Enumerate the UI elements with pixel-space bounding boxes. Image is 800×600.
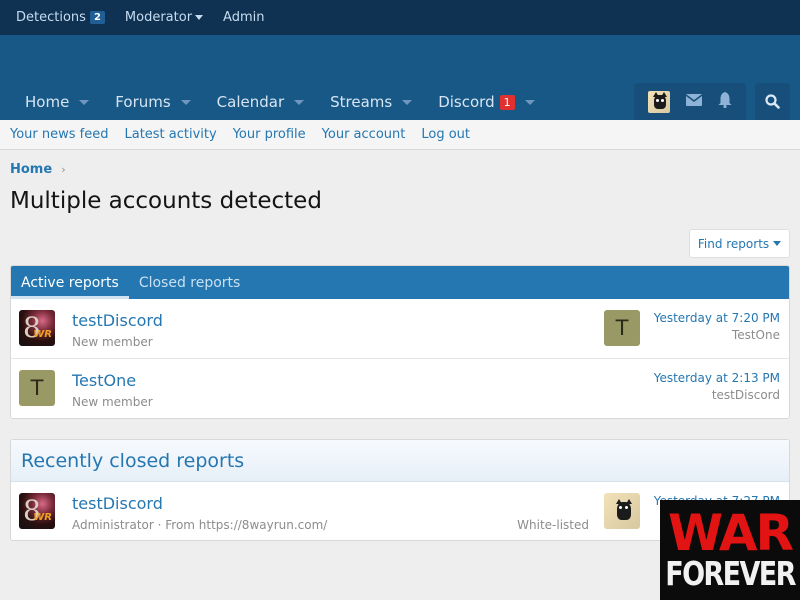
nav-calendar-label: Calendar (216, 93, 285, 111)
recently-closed-header: Recently closed reports (11, 440, 789, 482)
report-row[interactable]: T TestOne New member 8WR Yesterday at 2:… (11, 359, 789, 418)
avatar-8wr-label: WR (33, 512, 52, 523)
war-forever-overlay: WAR FOREVER (660, 500, 800, 600)
alerts-button[interactable] (718, 91, 732, 112)
nav-discord[interactable]: Discord 1 (427, 93, 535, 111)
chevron-down-icon[interactable] (294, 99, 305, 105)
report-by-user: testDiscord (711, 388, 780, 402)
detections-count-badge: 2 (89, 11, 105, 24)
tab-active-reports[interactable]: Active reports (11, 266, 129, 299)
bell-icon (718, 91, 732, 108)
caret-down-icon (195, 15, 204, 20)
moderator-label: Moderator (124, 10, 193, 25)
sub-nav: Your news feed Latest activity Your prof… (0, 120, 800, 150)
nav-discord-label: Discord (438, 93, 495, 111)
nav-calendar[interactable]: Calendar (206, 93, 305, 111)
tab-closed-reports[interactable]: Closed reports (129, 266, 251, 299)
nav-home-label: Home (25, 93, 70, 111)
report-user-link[interactable]: testDiscord (72, 494, 163, 513)
report-tabs: Active reports Closed reports (11, 266, 789, 299)
subnav-latest-activity[interactable]: Latest activity (124, 127, 216, 142)
breadcrumb: Home › (10, 162, 66, 177)
report-by-user: TestOne (731, 328, 780, 342)
reporter-avatar[interactable]: T (604, 310, 640, 346)
find-reports-label: Find reports (697, 236, 770, 251)
staffbar-admin-link[interactable]: Admin (223, 10, 264, 25)
detections-label: Detections (16, 10, 86, 25)
subnav-your-profile[interactable]: Your profile (233, 127, 306, 142)
find-reports-button[interactable]: Find reports (689, 229, 790, 258)
breadcrumb-home[interactable]: Home (10, 162, 52, 177)
caret-down-icon (773, 241, 782, 246)
subnav-news-feed[interactable]: Your news feed (10, 127, 108, 142)
chevron-down-icon[interactable] (79, 99, 90, 105)
cat-avatar-icon (653, 91, 667, 109)
main-nav: Home Forums Calendar Streams Discord 1 (0, 84, 550, 120)
user-title: Administrator · From https://8wayrun.com… (72, 518, 328, 532)
page-title: Multiple accounts detected (10, 188, 322, 214)
admin-label: Admin (223, 10, 265, 25)
user-title: New member (72, 395, 153, 409)
envelope-icon (685, 93, 703, 106)
staffbar-moderator-menu[interactable]: Moderator (124, 10, 204, 25)
discord-count-badge: 1 (499, 94, 515, 110)
nav-home[interactable]: Home (14, 93, 90, 111)
subnav-log-out[interactable]: Log out (421, 127, 470, 142)
overlay-line2: FOREVER (665, 554, 796, 594)
search-icon (765, 94, 780, 109)
chevron-down-icon[interactable] (180, 99, 191, 105)
avatar[interactable]: T (19, 370, 55, 406)
nav-forums-label: Forums (115, 93, 171, 111)
report-user-link[interactable]: testDiscord (72, 311, 163, 330)
report-row[interactable]: 8 WR testDiscord New member T Yesterday a… (11, 299, 789, 359)
user-title: New member (72, 335, 153, 349)
active-reports-block: Active reports Closed reports 8 WR testDi… (10, 265, 790, 419)
subnav-your-account[interactable]: Your account (322, 127, 406, 142)
chevron-right-icon: › (61, 163, 66, 176)
cat-avatar-icon (616, 499, 632, 520)
search-button[interactable] (755, 83, 790, 120)
overlay-line1: WAR (667, 503, 794, 562)
nav-streams-label: Streams (330, 93, 393, 111)
report-time-link[interactable]: Yesterday at 2:13 PM (654, 371, 780, 385)
user-avatar-button[interactable] (648, 90, 670, 113)
avatar-8wr-label: WR (33, 329, 52, 340)
chevron-down-icon[interactable] (524, 99, 535, 105)
report-status: White-listed (517, 518, 589, 532)
inbox-button[interactable] (685, 93, 703, 110)
report-time-link[interactable]: Yesterday at 7:20 PM (654, 311, 780, 325)
staffbar-detections-link[interactable]: Detections 2 (16, 10, 105, 25)
chevron-down-icon[interactable] (402, 99, 413, 105)
avatar[interactable]: 8 WR (19, 310, 55, 346)
report-user-link[interactable]: TestOne (72, 371, 136, 390)
user-tools (634, 83, 746, 120)
avatar[interactable]: 8 WR (19, 493, 55, 529)
nav-streams[interactable]: Streams (319, 93, 413, 111)
reporter-avatar[interactable] (604, 493, 640, 529)
nav-forums[interactable]: Forums (104, 93, 191, 111)
staff-bar: Detections 2 Moderator Admin (0, 0, 800, 35)
